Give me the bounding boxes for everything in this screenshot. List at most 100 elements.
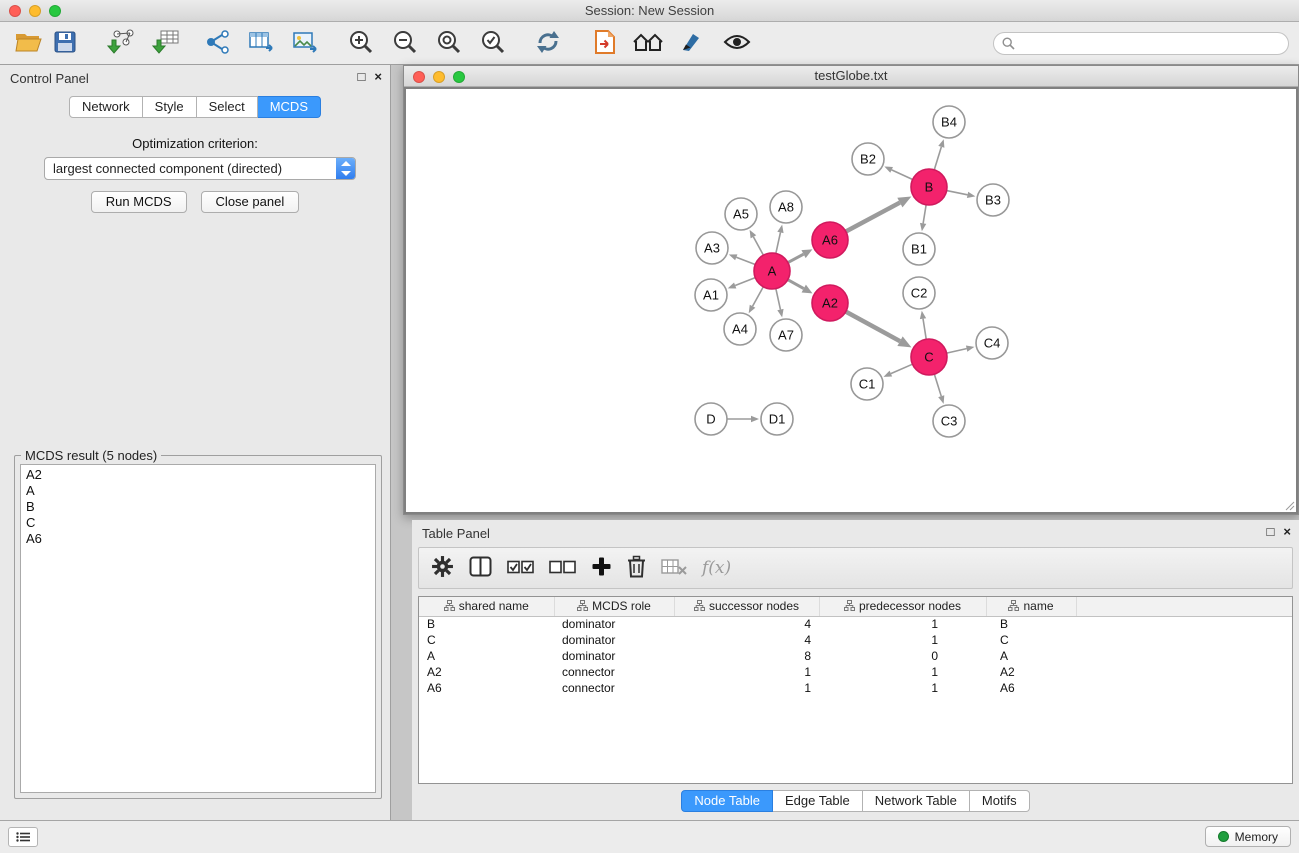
edge-B-B2[interactable] — [892, 170, 913, 180]
zoom-fit-selected-button[interactable] — [476, 26, 510, 60]
cell[interactable]: B — [419, 616, 554, 632]
cell[interactable]: 8 — [674, 648, 819, 664]
edge-C-C2[interactable] — [923, 319, 926, 340]
cell[interactable]: 0 — [819, 648, 986, 664]
cell[interactable]: A — [419, 648, 554, 664]
zoom-out-button[interactable] — [388, 26, 422, 60]
edge-A-A7[interactable] — [776, 289, 781, 310]
cell[interactable]: 1 — [819, 616, 986, 632]
edge-A-A4[interactable] — [753, 287, 764, 306]
cell[interactable]: 4 — [674, 632, 819, 648]
mcds-result-list[interactable]: A2ABCA6 — [20, 464, 376, 793]
edge-A-A8[interactable] — [776, 232, 781, 253]
table-row[interactable]: Cdominator41C — [419, 632, 1292, 648]
cell[interactable]: A2 — [419, 664, 554, 680]
cell[interactable]: C — [986, 632, 1076, 648]
table-row[interactable]: Bdominator41B — [419, 616, 1292, 632]
edge-A-A1[interactable] — [735, 278, 755, 286]
close-panel-icon[interactable]: × — [374, 69, 382, 84]
double-home-button[interactable] — [631, 26, 665, 60]
edge-C-C1[interactable] — [891, 364, 913, 373]
table-float-panel-icon[interactable]: □ — [1267, 524, 1275, 539]
table-row[interactable]: A2connector11A2 — [419, 664, 1292, 680]
cell[interactable]: 4 — [674, 616, 819, 632]
network-window-titlebar[interactable]: testGlobe.txt — [404, 66, 1298, 87]
edge-C-C3[interactable] — [934, 374, 941, 396]
cell[interactable]: connector — [554, 664, 674, 680]
cell[interactable]: A — [986, 648, 1076, 664]
delete-row-trash-button[interactable] — [627, 555, 646, 581]
edge-A-A2[interactable] — [788, 280, 804, 289]
document-arrow-button[interactable] — [588, 26, 622, 60]
cell[interactable]: dominator — [554, 632, 674, 648]
cell[interactable]: A2 — [986, 664, 1076, 680]
select-all-checks-button[interactable] — [507, 560, 534, 577]
cell[interactable]: B — [986, 616, 1076, 632]
tab-mcds[interactable]: MCDS — [258, 96, 321, 118]
resize-handle-icon[interactable] — [1283, 499, 1295, 511]
zoom-window-icon[interactable] — [49, 5, 61, 17]
image-export-button[interactable] — [288, 26, 322, 60]
table-row[interactable]: Adominator80A — [419, 648, 1292, 664]
node-table-wrap[interactable]: shared nameMCDS rolesuccessor nodesprede… — [418, 596, 1293, 784]
edge-A-A5[interactable] — [753, 237, 763, 255]
search-input[interactable] — [1020, 37, 1280, 51]
edge-B-B4[interactable] — [934, 147, 941, 170]
cell[interactable]: connector — [554, 680, 674, 696]
import-table-button[interactable] — [149, 26, 183, 60]
mcds-result-item[interactable]: A2 — [21, 467, 375, 483]
column-header-name[interactable]: name — [986, 597, 1076, 616]
settings-gear-button[interactable] — [431, 555, 454, 581]
cell[interactable]: 1 — [819, 632, 986, 648]
cell[interactable]: 1 — [674, 680, 819, 696]
delete-column-grid-button[interactable] — [661, 558, 687, 578]
cell[interactable]: dominator — [554, 616, 674, 632]
cell[interactable]: A6 — [986, 680, 1076, 696]
tab-motifs[interactable]: Motifs — [970, 790, 1030, 812]
tab-network-table[interactable]: Network Table — [863, 790, 970, 812]
table-row[interactable]: A6connector11A6 — [419, 680, 1292, 696]
minimize-window-icon[interactable] — [29, 5, 41, 17]
column-header-predecessor-nodes[interactable]: predecessor nodes — [819, 597, 986, 616]
edge-A6-B[interactable] — [846, 203, 900, 232]
search-box[interactable] — [993, 32, 1289, 55]
function-builder-button[interactable]: f(x) — [702, 558, 731, 578]
mcds-result-item[interactable]: B — [21, 499, 375, 515]
memory-button[interactable]: Memory — [1205, 826, 1291, 847]
refresh-button[interactable] — [531, 26, 565, 60]
criterion-dropdown[interactable]: largest connected component (directed) — [44, 157, 356, 180]
table-close-panel-icon[interactable]: × — [1283, 524, 1291, 539]
edge-A-A3[interactable] — [736, 257, 755, 264]
import-network-button[interactable] — [104, 26, 138, 60]
column-header-successor-nodes[interactable]: successor nodes — [674, 597, 819, 616]
cell[interactable]: C — [419, 632, 554, 648]
cell[interactable]: A6 — [419, 680, 554, 696]
save-button[interactable] — [48, 26, 82, 60]
edge-B-B3[interactable] — [947, 191, 968, 195]
pen-button[interactable] — [674, 26, 708, 60]
dropdown-stepper-icon[interactable] — [336, 157, 356, 180]
cell[interactable]: dominator — [554, 648, 674, 664]
edge-A-A6[interactable] — [788, 254, 804, 262]
network-close-icon[interactable] — [413, 71, 425, 83]
tab-node-table[interactable]: Node Table — [681, 790, 773, 812]
column-header-MCDS-role[interactable]: MCDS role — [554, 597, 674, 616]
mcds-result-item[interactable]: A6 — [21, 531, 375, 547]
close-panel-button[interactable]: Close panel — [201, 191, 300, 213]
run-mcds-button[interactable]: Run MCDS — [91, 191, 187, 213]
network-minimize-icon[interactable] — [433, 71, 445, 83]
column-header-shared-name[interactable]: shared name — [419, 597, 554, 616]
network-zoom-icon[interactable] — [453, 71, 465, 83]
cell[interactable]: 1 — [819, 664, 986, 680]
task-history-button[interactable] — [8, 827, 38, 847]
open-folder-button[interactable] — [11, 26, 45, 60]
edge-C-C4[interactable] — [947, 349, 967, 353]
edge-A2-C[interactable] — [846, 312, 900, 342]
network-arrows-button[interactable] — [201, 26, 235, 60]
add-row-plus-button[interactable] — [591, 556, 612, 580]
float-panel-icon[interactable]: □ — [358, 69, 366, 84]
cell[interactable]: 1 — [819, 680, 986, 696]
zoom-in-button[interactable] — [344, 26, 378, 60]
network-canvas[interactable]: B4B2BB3A5A8A6A3B1AC2A1A2A4A7C4CC1C3DD1 — [404, 87, 1298, 514]
close-window-icon[interactable] — [9, 5, 21, 17]
